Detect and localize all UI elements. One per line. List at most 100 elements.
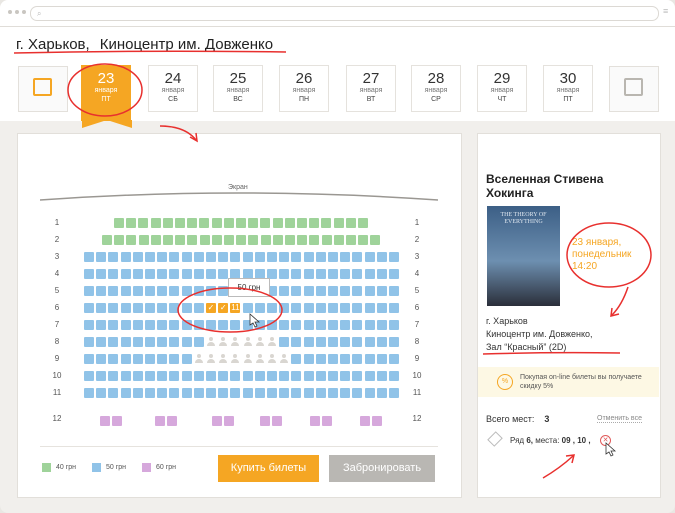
seat[interactable] (169, 303, 180, 313)
seat[interactable] (102, 235, 112, 245)
seat[interactable] (364, 388, 375, 398)
date-25[interactable]: 25 января ВС (213, 65, 263, 112)
seat[interactable] (340, 337, 351, 347)
seat[interactable] (279, 337, 290, 347)
date-26[interactable]: 26 января ПН (279, 65, 329, 112)
seat[interactable] (267, 388, 277, 398)
seat[interactable] (206, 252, 216, 262)
seat[interactable] (84, 269, 94, 279)
seat[interactable] (181, 371, 192, 381)
seat[interactable] (206, 286, 216, 296)
seat[interactable] (279, 371, 290, 381)
seat[interactable] (181, 269, 192, 279)
seat[interactable] (291, 354, 302, 364)
seat[interactable] (100, 416, 110, 426)
seat[interactable] (303, 303, 314, 313)
seat[interactable] (321, 218, 332, 228)
seat[interactable] (230, 371, 241, 381)
seat[interactable] (108, 371, 119, 381)
seat[interactable] (181, 320, 192, 330)
seat[interactable] (364, 252, 375, 262)
seat[interactable] (157, 303, 168, 313)
seat[interactable] (328, 388, 338, 398)
seat[interactable] (211, 218, 222, 228)
seat[interactable] (285, 235, 295, 245)
seat[interactable] (96, 252, 107, 262)
seat[interactable] (376, 371, 387, 381)
date-30[interactable]: 30 января ПТ (543, 65, 593, 112)
seat[interactable] (364, 354, 375, 364)
seat[interactable] (360, 416, 370, 426)
seat[interactable] (310, 416, 320, 426)
seat[interactable] (120, 354, 131, 364)
seat[interactable] (132, 303, 143, 313)
seat[interactable] (157, 286, 168, 296)
seat[interactable] (175, 218, 185, 228)
seat[interactable] (169, 337, 180, 347)
seat[interactable] (145, 269, 155, 279)
seat[interactable] (206, 388, 216, 398)
seat[interactable] (120, 269, 131, 279)
seat[interactable] (291, 371, 302, 381)
seat[interactable] (132, 320, 143, 330)
seat[interactable] (163, 235, 173, 245)
seat[interactable] (162, 218, 173, 228)
seat[interactable] (315, 320, 326, 330)
seat[interactable] (328, 320, 338, 330)
seat[interactable] (181, 388, 192, 398)
seat[interactable] (260, 218, 271, 228)
seat[interactable] (206, 320, 216, 330)
seat[interactable] (138, 218, 149, 228)
seat[interactable] (193, 252, 204, 262)
seat[interactable] (376, 354, 387, 364)
seat[interactable] (389, 320, 399, 330)
seat[interactable] (376, 320, 387, 330)
seat[interactable] (352, 388, 363, 398)
seat[interactable] (315, 303, 326, 313)
seat[interactable] (254, 388, 265, 398)
seat[interactable] (224, 235, 234, 245)
seat[interactable] (376, 286, 387, 296)
seat[interactable] (157, 252, 168, 262)
seat[interactable] (169, 388, 180, 398)
seat[interactable] (358, 235, 369, 245)
seat[interactable] (157, 371, 168, 381)
seat[interactable] (279, 388, 290, 398)
seat[interactable] (376, 252, 387, 262)
seat[interactable] (315, 371, 326, 381)
seat[interactable] (96, 388, 107, 398)
seat[interactable] (315, 252, 326, 262)
seat[interactable] (389, 252, 399, 262)
seat[interactable] (167, 416, 177, 426)
seat[interactable] (303, 269, 314, 279)
seat[interactable] (352, 303, 363, 313)
seat[interactable] (157, 337, 168, 347)
seat[interactable] (211, 235, 222, 245)
seat[interactable] (145, 354, 155, 364)
seat[interactable] (309, 235, 320, 245)
seat[interactable] (236, 218, 246, 228)
seat[interactable] (376, 303, 387, 313)
seat[interactable] (206, 371, 216, 381)
seat[interactable] (284, 218, 295, 228)
seat[interactable] (193, 337, 204, 347)
seat[interactable] (340, 371, 351, 381)
seat[interactable] (181, 303, 192, 313)
seat[interactable] (150, 218, 161, 228)
seat[interactable] (303, 252, 314, 262)
seat[interactable] (267, 320, 277, 330)
seat[interactable] (212, 416, 222, 426)
seat[interactable] (218, 371, 229, 381)
seat[interactable] (230, 252, 241, 262)
seat[interactable] (223, 218, 234, 228)
seat[interactable] (303, 337, 314, 347)
seat[interactable] (132, 252, 143, 262)
seat[interactable] (84, 337, 94, 347)
seat[interactable] (181, 286, 192, 296)
selected-seat[interactable]: ✓ (206, 303, 216, 313)
seat[interactable] (291, 337, 302, 347)
seat[interactable] (218, 388, 229, 398)
seat[interactable] (84, 354, 94, 364)
seat[interactable] (175, 235, 186, 245)
seat[interactable] (315, 269, 326, 279)
